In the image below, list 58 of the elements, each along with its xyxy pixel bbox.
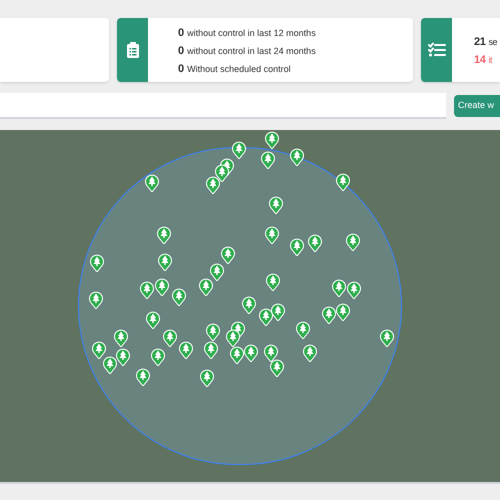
tree-marker-icon[interactable] (146, 311, 160, 329)
tree-marker-icon[interactable] (90, 254, 104, 272)
tree-marker-icon[interactable] (264, 131, 279, 149)
tree-marker-icon[interactable] (179, 341, 193, 359)
tree-marker-icon[interactable] (308, 234, 322, 252)
tree-marker-icon[interactable] (347, 281, 361, 299)
tree-marker-icon[interactable] (380, 329, 394, 348)
tree-marker-icon[interactable] (151, 348, 166, 366)
stat-line: 0 without control in last 24 months (178, 44, 316, 58)
tree-marker-icon[interactable] (206, 176, 220, 194)
tree-marker-icon[interactable] (116, 348, 130, 366)
tree-marker-icon[interactable] (140, 281, 154, 299)
tree-marker-icon[interactable] (210, 262, 224, 281)
tree-marker-icon[interactable] (232, 141, 246, 159)
tree-marker-icon[interactable] (260, 151, 275, 169)
tree-marker-icon[interactable] (322, 306, 336, 324)
tree-marker-icon[interactable] (290, 238, 304, 256)
stat-line: 0 Without scheduled control (178, 62, 292, 76)
tree-marker-icon[interactable] (226, 329, 240, 348)
stat-line: 0 without control in last 12 months (178, 26, 316, 40)
tree-marker-icon[interactable] (266, 272, 280, 291)
tree-marker-icon[interactable] (270, 359, 284, 378)
tree-marker-icon[interactable] (336, 302, 350, 321)
tree-marker-icon[interactable] (265, 226, 280, 244)
tree-marker-icon[interactable] (114, 329, 128, 348)
tree-marker-icon[interactable] (259, 308, 273, 326)
tree-marker-icon[interactable] (336, 172, 350, 191)
clipboard-icon (126, 41, 140, 59)
tree-marker-icon[interactable] (206, 322, 220, 341)
tree-marker-icon[interactable] (230, 346, 244, 364)
tree-marker-icon[interactable] (269, 196, 283, 214)
create-button[interactable]: Create w (454, 95, 500, 117)
stat-line: 21 se (474, 34, 498, 48)
tree-marker-icon[interactable] (158, 252, 172, 271)
tree-marker-icon[interactable] (163, 329, 177, 348)
checklist-icon (428, 42, 446, 58)
tree-marker-icon[interactable] (157, 226, 171, 244)
tree-marker-icon[interactable] (346, 232, 360, 251)
tree-marker-icon[interactable] (198, 278, 213, 296)
stat-line: 14 it (474, 52, 494, 66)
tree-marker-icon[interactable] (204, 341, 218, 359)
tree-marker-icon[interactable] (242, 296, 256, 314)
tree-marker-icon[interactable] (296, 321, 310, 339)
tree-marker-icon[interactable] (332, 279, 346, 298)
tree-marker-icon[interactable] (290, 148, 304, 166)
tree-marker-icon[interactable] (303, 344, 317, 362)
tree-marker-icon[interactable] (144, 174, 159, 192)
tree-marker-icon[interactable] (200, 369, 214, 388)
tree-marker-icon[interactable] (89, 291, 103, 309)
tree-marker-icon[interactable] (264, 344, 278, 362)
tree-marker-icon[interactable] (271, 302, 286, 321)
tree-marker-icon[interactable] (221, 246, 236, 264)
tree-marker-icon[interactable] (136, 368, 150, 386)
tree-marker-icon[interactable] (154, 278, 169, 296)
tree-marker-icon[interactable] (103, 356, 117, 374)
tree-marker-icon[interactable] (244, 344, 258, 362)
tree-marker-icon[interactable] (92, 341, 106, 359)
tree-marker-icon[interactable] (172, 288, 186, 306)
